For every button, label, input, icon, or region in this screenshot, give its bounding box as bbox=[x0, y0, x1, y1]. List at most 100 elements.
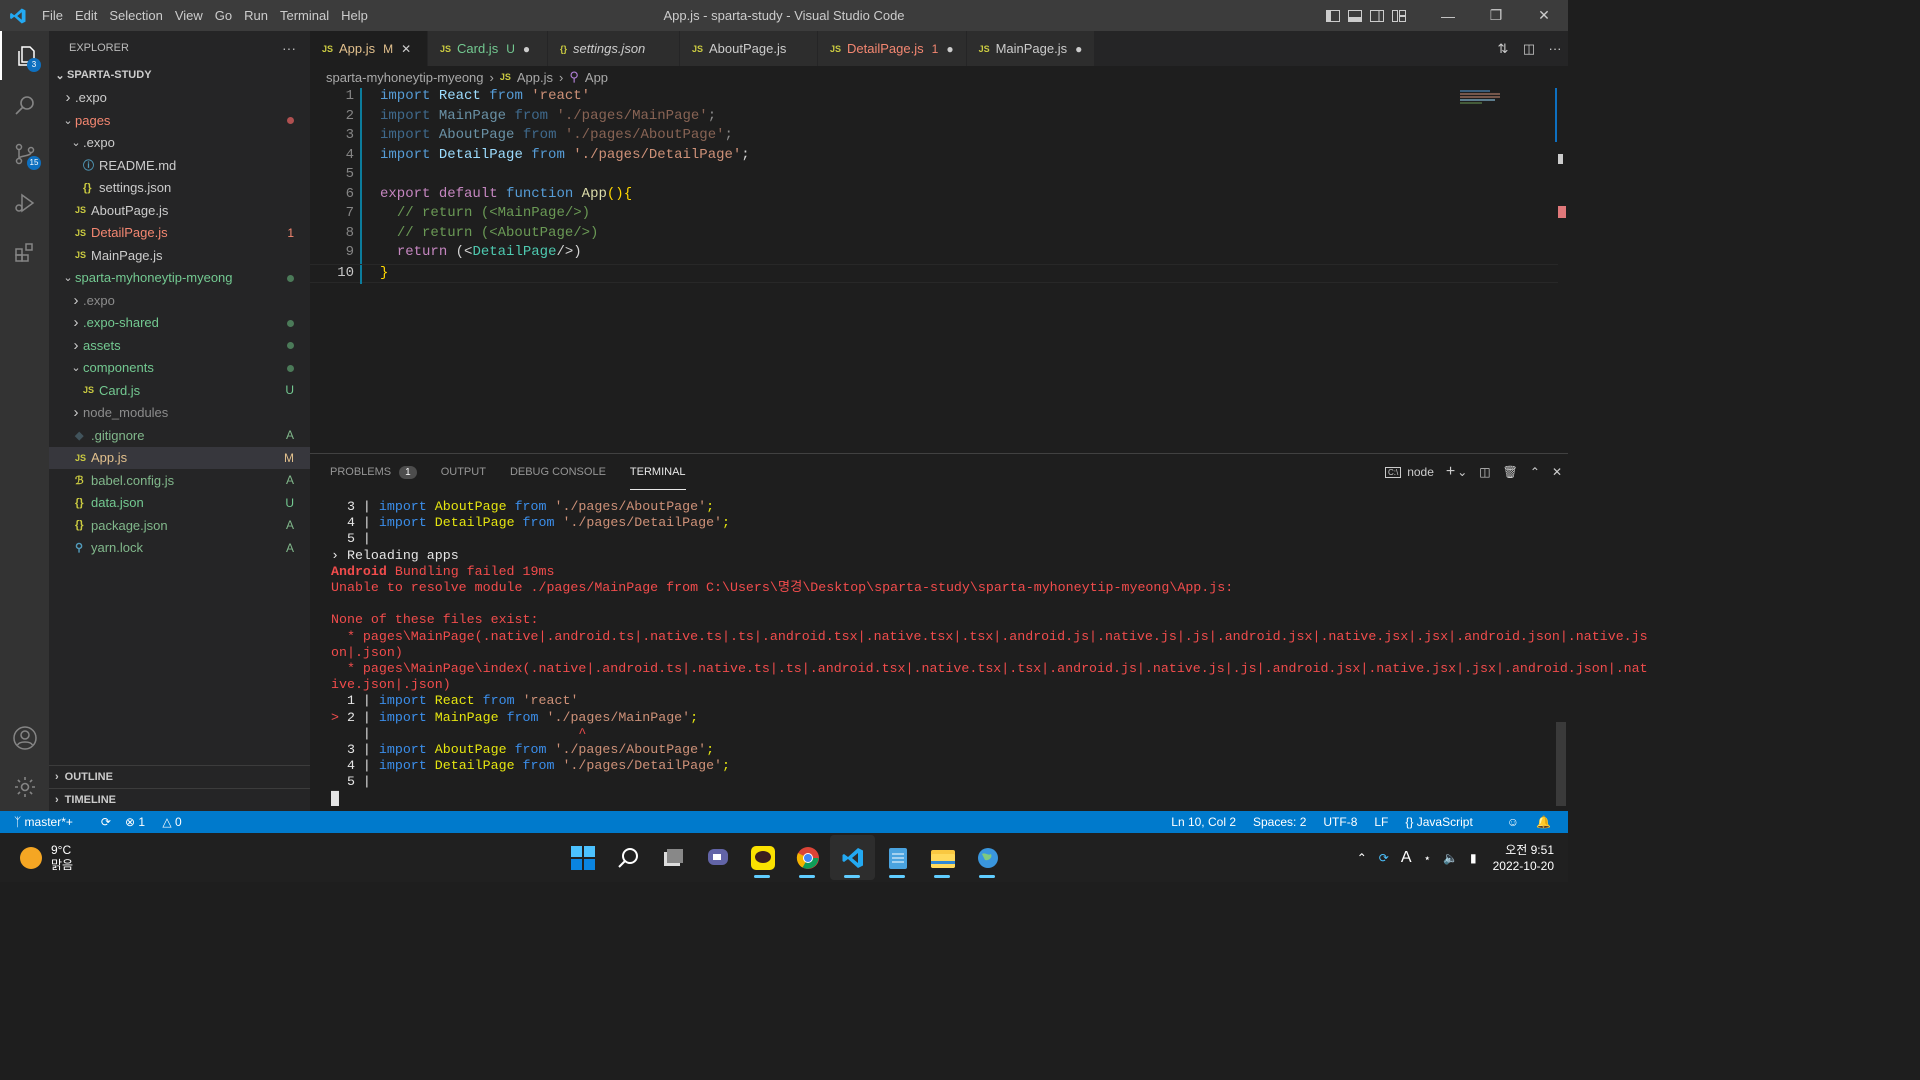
battery-icon[interactable]: ▮ bbox=[1470, 851, 1477, 865]
app-globe-icon[interactable] bbox=[965, 835, 1010, 880]
windows-start-icon[interactable] bbox=[560, 835, 605, 880]
explorer-icon[interactable]: 3 bbox=[0, 31, 49, 80]
tab-output[interactable]: OUTPUT bbox=[441, 454, 486, 490]
menu-item-go[interactable]: Go bbox=[209, 8, 238, 23]
editor-tab[interactable]: JS DetailPage.js 1 ● bbox=[818, 31, 967, 66]
tree-item[interactable]: › node_modules bbox=[49, 402, 310, 425]
editor-tab[interactable]: JS App.js M ✕ bbox=[310, 31, 428, 66]
tree-item[interactable]: {} data.json U bbox=[49, 492, 310, 515]
tree-item[interactable]: ⌄ pages bbox=[49, 109, 310, 132]
vscode-taskbar-icon[interactable] bbox=[830, 835, 875, 880]
indentation[interactable]: Spaces: 2 bbox=[1253, 815, 1306, 829]
notepad-icon[interactable] bbox=[875, 835, 920, 880]
encoding[interactable]: UTF-8 bbox=[1323, 815, 1357, 829]
settings-gear-icon[interactable] bbox=[0, 762, 49, 811]
accounts-icon[interactable] bbox=[0, 713, 49, 762]
open-changes-icon[interactable]: ⇅ bbox=[1490, 41, 1516, 57]
toggle-sidebar-icon[interactable] bbox=[1322, 0, 1344, 31]
menu-item-view[interactable]: View bbox=[169, 8, 209, 23]
volume-icon[interactable]: 🔈 bbox=[1443, 851, 1458, 865]
tree-item[interactable]: {} settings.json bbox=[49, 177, 310, 200]
problems-status[interactable]: ⊗ 1 △ 0 bbox=[125, 815, 196, 829]
extensions-icon[interactable] bbox=[0, 227, 49, 276]
unsaved-dot-icon[interactable]: ● bbox=[1075, 42, 1082, 56]
terminal-name[interactable]: node bbox=[1407, 465, 1434, 479]
outline-section[interactable]: › OUTLINE bbox=[49, 765, 310, 788]
explorer-more-button[interactable]: ··· bbox=[282, 40, 296, 56]
tree-item[interactable]: ◆ .gitignore A bbox=[49, 424, 310, 447]
feedback-icon[interactable]: ☺ bbox=[1507, 815, 1519, 829]
run-debug-icon[interactable] bbox=[0, 178, 49, 227]
wifi-icon[interactable]: ⋆ bbox=[1424, 851, 1432, 865]
editor-scrollbar[interactable] bbox=[1555, 88, 1568, 453]
editor-tab[interactable]: JS MainPage.js ● bbox=[966, 31, 1096, 66]
tree-item[interactable]: JS AboutPage.js bbox=[49, 199, 310, 222]
breadcrumb-file[interactable]: App.js bbox=[517, 70, 553, 85]
tree-item[interactable]: JS MainPage.js bbox=[49, 244, 310, 267]
tree-item[interactable]: {} package.json A bbox=[49, 514, 310, 537]
menu-item-selection[interactable]: Selection bbox=[103, 8, 168, 23]
editor-tab[interactable]: JS Card.js U ● bbox=[428, 31, 548, 66]
editor-tab[interactable]: {} settings.json bbox=[548, 31, 680, 66]
tree-item[interactable]: ⚲ yarn.lock A bbox=[49, 537, 310, 560]
cursor-position[interactable]: Ln 10, Col 2 bbox=[1171, 815, 1236, 829]
minimap[interactable] bbox=[1460, 90, 1524, 104]
source-control-icon[interactable]: 15 bbox=[0, 129, 49, 178]
branch-status[interactable]: ᛉ master*+ bbox=[14, 815, 87, 829]
sync-tray-icon[interactable]: ⟳ bbox=[1379, 851, 1389, 865]
teams-chat-icon[interactable] bbox=[695, 835, 740, 880]
menu-item-help[interactable]: Help bbox=[335, 8, 374, 23]
terminal-output[interactable]: 3 | import AboutPage from './pages/About… bbox=[331, 499, 1648, 807]
code-editor[interactable]: 1 import React from 'react' 2 import MainPa… bbox=[310, 88, 1558, 453]
tree-item[interactable]: › .expo bbox=[49, 289, 310, 312]
end-of-line[interactable]: LF bbox=[1374, 815, 1388, 829]
terminal-scrollbar[interactable] bbox=[1556, 722, 1566, 806]
chrome-icon[interactable] bbox=[785, 835, 830, 880]
menu-item-edit[interactable]: Edit bbox=[69, 8, 103, 23]
menu-item-terminal[interactable]: Terminal bbox=[274, 8, 335, 23]
tree-item[interactable]: › .expo bbox=[49, 87, 310, 110]
timeline-section[interactable]: › TIMELINE bbox=[49, 788, 310, 811]
toggle-secondary-sidebar-icon[interactable] bbox=[1366, 0, 1388, 31]
sync-icon[interactable]: ⟳ bbox=[101, 815, 111, 829]
taskbar-search-icon[interactable] bbox=[605, 835, 650, 880]
close-panel-icon[interactable]: ✕ bbox=[1552, 465, 1562, 479]
trash-icon[interactable]: 🗑 bbox=[1503, 465, 1518, 479]
more-actions-icon[interactable]: ··· bbox=[1542, 41, 1568, 56]
close-window-button[interactable]: ✕ bbox=[1520, 0, 1568, 31]
tree-item[interactable]: › assets bbox=[49, 334, 310, 357]
tree-item[interactable]: ⌄ .expo bbox=[49, 132, 310, 155]
tree-item[interactable]: ⓘ README.md bbox=[49, 154, 310, 177]
search-icon[interactable] bbox=[0, 80, 49, 129]
close-tab-icon[interactable]: ✕ bbox=[401, 42, 411, 56]
unsaved-dot-icon[interactable]: ● bbox=[523, 42, 530, 56]
tree-item[interactable]: JS DetailPage.js 1 bbox=[49, 222, 310, 245]
clock[interactable]: 오전 9:51 2022-10-20 bbox=[1493, 842, 1554, 874]
customize-layout-icon[interactable] bbox=[1388, 0, 1410, 31]
new-terminal-icon[interactable]: + bbox=[1446, 463, 1455, 481]
chevron-down-icon[interactable]: ⌄ bbox=[1457, 465, 1467, 479]
editor-tab[interactable]: JS AboutPage.js bbox=[680, 31, 818, 66]
tab-terminal[interactable]: TERMINAL bbox=[629, 454, 686, 490]
split-editor-icon[interactable]: ◫ bbox=[1516, 41, 1542, 57]
unsaved-dot-icon[interactable]: ● bbox=[946, 42, 953, 56]
restore-button[interactable]: ❐ bbox=[1472, 0, 1520, 31]
task-view-icon[interactable] bbox=[650, 835, 695, 880]
tab-debug-console[interactable]: DEBUG CONSOLE bbox=[510, 454, 606, 490]
language-mode[interactable]: {} JavaScript bbox=[1405, 815, 1489, 829]
weather-widget[interactable]: 9°C 맑음 bbox=[20, 843, 73, 873]
maximize-panel-icon[interactable]: ⌃ bbox=[1530, 465, 1540, 479]
tree-item[interactable]: ⌄ sparta-myhoneytip-myeong bbox=[49, 267, 310, 290]
tree-item[interactable]: › .expo-shared bbox=[49, 312, 310, 335]
minimize-button[interactable]: — bbox=[1424, 0, 1472, 31]
ime-indicator[interactable]: A bbox=[1401, 849, 1412, 867]
breadcrumb-folder[interactable]: sparta-myhoneytip-myeong bbox=[326, 70, 484, 85]
chevron-up-icon[interactable]: ⌃ bbox=[1357, 851, 1367, 865]
tree-item[interactable]: JS Card.js U bbox=[49, 379, 310, 402]
file-explorer-icon[interactable] bbox=[920, 835, 965, 880]
menu-item-file[interactable]: File bbox=[36, 8, 69, 23]
menu-item-run[interactable]: Run bbox=[238, 8, 274, 23]
tab-problems[interactable]: PROBLEMS 1 bbox=[330, 454, 417, 490]
tree-item[interactable]: JS App.js M bbox=[49, 446, 310, 469]
tree-item[interactable]: ℬbabel.config.js A bbox=[49, 469, 310, 492]
